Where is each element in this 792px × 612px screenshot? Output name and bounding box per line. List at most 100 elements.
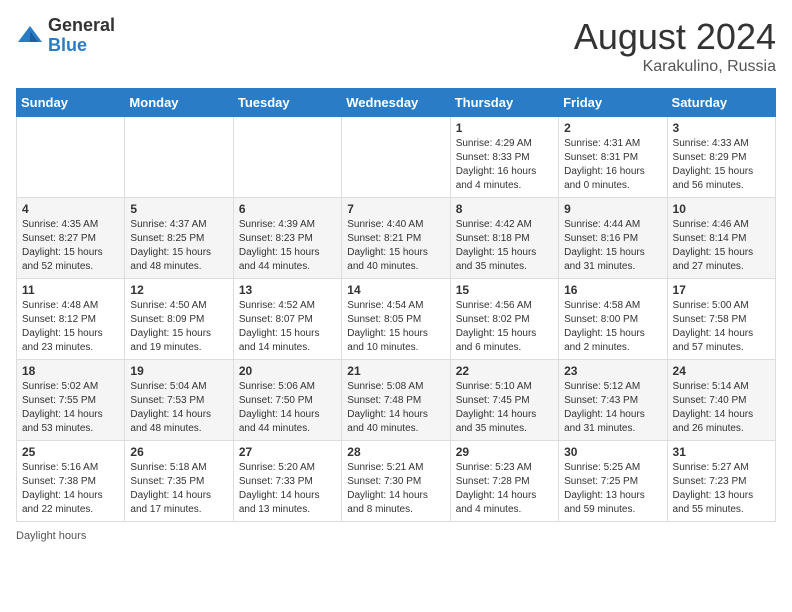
calendar-cell: 22Sunrise: 5:10 AM Sunset: 7:45 PM Dayli… <box>450 360 558 441</box>
day-info: Sunrise: 5:04 AM Sunset: 7:53 PM Dayligh… <box>130 380 227 436</box>
day-number: 6 <box>239 202 336 216</box>
calendar-cell: 11 Sunrise: 4:48 AM Sunset: 8:12 PM Dayli… <box>17 279 125 360</box>
day-number: 15 <box>456 283 553 297</box>
day-number: 17 <box>673 283 770 297</box>
calendar-cell: 15 Sunrise: 4:56 AM Sunset: 8:02 PM Dayli… <box>450 279 558 360</box>
calendar-week-4: 18 Sunrise: 5:02 AM Sunset: 7:55 PM Dayli… <box>17 360 776 441</box>
day-info: Sunrise: 4:52 AM Sunset: 8:07 PM Dayligh… <box>239 299 336 355</box>
day-number: 3 <box>673 121 770 135</box>
calendar-cell: 5 Sunrise: 4:37 AM Sunset: 8:25 PM Daylig… <box>125 198 233 279</box>
day-info: Sunrise: 4:54 AM Sunset: 8:05 PM Dayligh… <box>347 299 444 355</box>
calendar-cell: 31 Sunrise: 5:27 AM Sunset: 7:23 PM Dayli… <box>667 441 775 522</box>
day-info: Sunrise: 5:23 AM Sunset: 7:28 PM Dayligh… <box>456 461 553 517</box>
day-number: 24 <box>673 364 770 378</box>
calendar-cell: 8Sunrise: 4:42 AM Sunset: 8:18 PM Daylig… <box>450 198 558 279</box>
footer: Daylight hours <box>16 530 776 542</box>
calendar-cell: 28 Sunrise: 5:21 AM Sunset: 7:30 PM Dayli… <box>342 441 450 522</box>
calendar-cell: 21Sunrise: 5:08 AM Sunset: 7:48 PM Dayli… <box>342 360 450 441</box>
day-number: 4 <box>22 202 119 216</box>
day-info: Sunrise: 5:25 AM Sunset: 7:25 PM Dayligh… <box>564 461 661 517</box>
day-number: 13 <box>239 283 336 297</box>
day-number: 19 <box>130 364 227 378</box>
day-number: 8 <box>456 202 553 216</box>
calendar-cell: 12 Sunrise: 4:50 AM Sunset: 8:09 PM Dayli… <box>125 279 233 360</box>
day-number: 14 <box>347 283 444 297</box>
logo-blue: Blue <box>48 36 115 56</box>
day-info: Sunrise: 4:37 AM Sunset: 8:25 PM Dayligh… <box>130 218 227 274</box>
calendar-week-3: 11 Sunrise: 4:48 AM Sunset: 8:12 PM Dayli… <box>17 279 776 360</box>
day-number: 25 <box>22 445 119 459</box>
day-number: 12 <box>130 283 227 297</box>
calendar-week-2: 4 Sunrise: 4:35 AM Sunset: 8:27 PM Daylig… <box>17 198 776 279</box>
calendar-week-1: 1 Sunrise: 4:29 AM Sunset: 8:33 PM Daylig… <box>17 117 776 198</box>
day-info: Sunrise: 4:58 AM Sunset: 8:00 PM Dayligh… <box>564 299 661 355</box>
calendar-header-monday: Monday <box>125 89 233 117</box>
day-number: 18 <box>22 364 119 378</box>
calendar-cell: 3 Sunrise: 4:33 AM Sunset: 8:29 PM Daylig… <box>667 117 775 198</box>
calendar-header-friday: Friday <box>559 89 667 117</box>
calendar-table: SundayMondayTuesdayWednesdayThursdayFrid… <box>16 88 776 522</box>
calendar-cell: 10Sunrise: 4:46 AM Sunset: 8:14 PM Dayli… <box>667 198 775 279</box>
day-info: Sunrise: 4:33 AM Sunset: 8:29 PM Dayligh… <box>673 137 770 193</box>
day-number: 16 <box>564 283 661 297</box>
day-info: Sunrise: 4:48 AM Sunset: 8:12 PM Dayligh… <box>22 299 119 355</box>
day-info: Sunrise: 5:21 AM Sunset: 7:30 PM Dayligh… <box>347 461 444 517</box>
day-info: Sunrise: 5:16 AM Sunset: 7:38 PM Dayligh… <box>22 461 119 517</box>
day-info: Sunrise: 4:40 AM Sunset: 8:21 PM Dayligh… <box>347 218 444 274</box>
day-info: Sunrise: 5:00 AM Sunset: 7:58 PM Dayligh… <box>673 299 770 355</box>
calendar-header-wednesday: Wednesday <box>342 89 450 117</box>
calendar-cell: 7Sunrise: 4:40 AM Sunset: 8:21 PM Daylig… <box>342 198 450 279</box>
calendar-title: August 2024 <box>574 16 776 58</box>
day-info: Sunrise: 4:50 AM Sunset: 8:09 PM Dayligh… <box>130 299 227 355</box>
logo-general: General <box>48 16 115 36</box>
day-info: Sunrise: 5:12 AM Sunset: 7:43 PM Dayligh… <box>564 380 661 436</box>
day-info: Sunrise: 4:35 AM Sunset: 8:27 PM Dayligh… <box>22 218 119 274</box>
calendar-cell: 23Sunrise: 5:12 AM Sunset: 7:43 PM Dayli… <box>559 360 667 441</box>
calendar-cell: 24 Sunrise: 5:14 AM Sunset: 7:40 PM Dayli… <box>667 360 775 441</box>
day-number: 9 <box>564 202 661 216</box>
calendar-cell: 9 Sunrise: 4:44 AM Sunset: 8:16 PM Daylig… <box>559 198 667 279</box>
logo-icon <box>16 22 44 50</box>
calendar-location: Karakulino, Russia <box>574 58 776 76</box>
day-info: Sunrise: 5:27 AM Sunset: 7:23 PM Dayligh… <box>673 461 770 517</box>
day-number: 5 <box>130 202 227 216</box>
day-number: 2 <box>564 121 661 135</box>
calendar-header-row: SundayMondayTuesdayWednesdayThursdayFrid… <box>17 89 776 117</box>
day-info: Sunrise: 4:56 AM Sunset: 8:02 PM Dayligh… <box>456 299 553 355</box>
daylight-label: Daylight hours <box>16 530 86 542</box>
calendar-cell: 20 Sunrise: 5:06 AM Sunset: 7:50 PM Dayli… <box>233 360 341 441</box>
day-info: Sunrise: 4:29 AM Sunset: 8:33 PM Dayligh… <box>456 137 553 193</box>
calendar-header-saturday: Saturday <box>667 89 775 117</box>
calendar-cell: 17 Sunrise: 5:00 AM Sunset: 7:58 PM Dayli… <box>667 279 775 360</box>
day-info: Sunrise: 5:20 AM Sunset: 7:33 PM Dayligh… <box>239 461 336 517</box>
day-number: 26 <box>130 445 227 459</box>
day-info: Sunrise: 4:44 AM Sunset: 8:16 PM Dayligh… <box>564 218 661 274</box>
calendar-cell: 25 Sunrise: 5:16 AM Sunset: 7:38 PM Dayli… <box>17 441 125 522</box>
day-info: Sunrise: 5:02 AM Sunset: 7:55 PM Dayligh… <box>22 380 119 436</box>
day-info: Sunrise: 4:31 AM Sunset: 8:31 PM Dayligh… <box>564 137 661 193</box>
day-info: Sunrise: 4:39 AM Sunset: 8:23 PM Dayligh… <box>239 218 336 274</box>
day-number: 28 <box>347 445 444 459</box>
calendar-cell: 14 Sunrise: 4:54 AM Sunset: 8:05 PM Dayli… <box>342 279 450 360</box>
calendar-cell: 26 Sunrise: 5:18 AM Sunset: 7:35 PM Dayli… <box>125 441 233 522</box>
calendar-cell: 18 Sunrise: 5:02 AM Sunset: 7:55 PM Dayli… <box>17 360 125 441</box>
day-number: 22 <box>456 364 553 378</box>
calendar-header-sunday: Sunday <box>17 89 125 117</box>
calendar-cell <box>125 117 233 198</box>
calendar-cell: 13 Sunrise: 4:52 AM Sunset: 8:07 PM Dayli… <box>233 279 341 360</box>
day-number: 11 <box>22 283 119 297</box>
day-number: 20 <box>239 364 336 378</box>
day-info: Sunrise: 4:46 AM Sunset: 8:14 PM Dayligh… <box>673 218 770 274</box>
day-info: Sunrise: 5:18 AM Sunset: 7:35 PM Dayligh… <box>130 461 227 517</box>
day-info: Sunrise: 5:06 AM Sunset: 7:50 PM Dayligh… <box>239 380 336 436</box>
day-info: Sunrise: 5:14 AM Sunset: 7:40 PM Dayligh… <box>673 380 770 436</box>
calendar-header-thursday: Thursday <box>450 89 558 117</box>
calendar-cell <box>342 117 450 198</box>
calendar-cell: 30Sunrise: 5:25 AM Sunset: 7:25 PM Dayli… <box>559 441 667 522</box>
day-number: 1 <box>456 121 553 135</box>
calendar-cell: 27Sunrise: 5:20 AM Sunset: 7:33 PM Dayli… <box>233 441 341 522</box>
calendar-header-tuesday: Tuesday <box>233 89 341 117</box>
day-number: 31 <box>673 445 770 459</box>
calendar-cell: 19 Sunrise: 5:04 AM Sunset: 7:53 PM Dayli… <box>125 360 233 441</box>
title-block: August 2024 Karakulino, Russia <box>574 16 776 76</box>
